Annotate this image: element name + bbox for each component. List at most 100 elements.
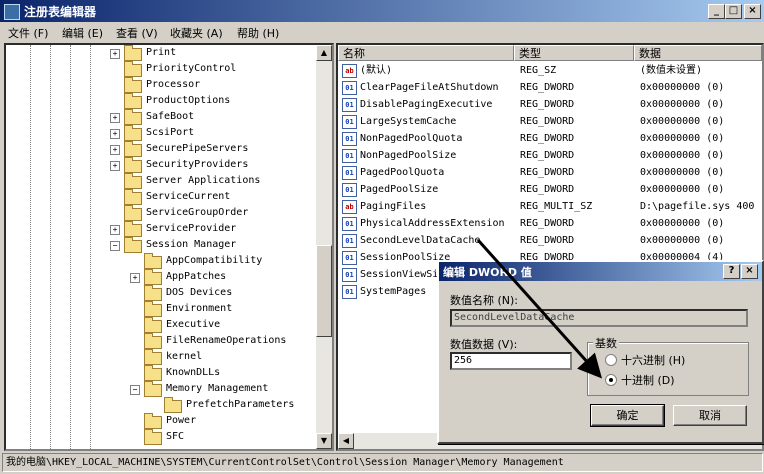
value-data-label: 数值数据 (V): [450,338,518,351]
expand-plus-icon[interactable]: + [110,129,120,139]
menu-edit[interactable]: 编辑 (E) [62,25,103,41]
column-header-type[interactable]: 类型 [514,45,634,61]
tree-item-label: Print [146,47,177,58]
decimal-radio[interactable] [605,374,617,386]
collapse-minus-icon[interactable]: − [130,385,140,395]
tree-item-label: Server Applications [146,175,261,186]
value-row[interactable]: ab PagingFiles REG_MULTI_SZ D:\pagefile.sys… [338,198,762,215]
menu-bar: 文件 (F) 编辑 (E) 查看 (V) 收藏夹 (A) 帮助 (H) [0,22,764,42]
value-type: REG_DWORD [520,133,575,144]
menu-view[interactable]: 查看 (V) [116,25,158,41]
dialog-help-button[interactable]: ? [723,264,740,279]
value-name-label: 数值名称 (N): [450,294,519,307]
status-path: 我的电脑\HKEY_LOCAL_MACHINE\SYSTEM\CurrentCo… [2,453,763,472]
value-type: REG_DWORD [520,235,575,246]
folder-icon [124,189,142,205]
maximize-button[interactable]: □ [725,4,742,19]
value-row[interactable]: 01 PagedPoolQuota REG_DWORD 0x00000000 (0) [338,164,762,181]
menu-help[interactable]: 帮助 (H) [237,25,279,41]
expand-plus-icon[interactable]: + [110,161,120,171]
string-value-icon: ab [342,200,357,214]
value-row[interactable]: 01 DisablePagingExecutive REG_DWORD 0x00000… [338,96,762,113]
tree-item-label: SafeBoot [146,111,195,122]
expand-plus-icon[interactable]: + [130,273,140,283]
cancel-button[interactable]: 取消 [673,405,747,426]
folder-icon [124,237,142,253]
value-name: PhysicalAddressExtension [360,218,505,229]
decimal-radio-label[interactable]: 十进制 (D) [621,372,675,388]
tree-item-label: kernel [166,351,203,362]
tree-vertical-scrollbar[interactable]: ▲ ▼ [316,45,332,449]
folder-icon [144,349,162,365]
folder-icon [124,205,142,221]
value-type: REG_DWORD [520,82,575,93]
expand-plus-icon[interactable]: + [110,49,120,59]
value-row[interactable]: 01 SecondLevelDataCache REG_DWORD 0x0000000… [338,232,762,249]
binary-value-icon: 01 [342,234,357,248]
value-row[interactable]: 01 PagedPoolSize REG_DWORD 0x00000000 (0) [338,181,762,198]
tree-item-label: ScsiPort [146,127,195,138]
value-name: DisablePagingExecutive [360,99,493,110]
dialog-title-bar: 编辑 DWORD 值 ? × [439,262,762,281]
dialog-title: 编辑 DWORD 值 [443,266,532,279]
value-type: REG_DWORD [520,99,575,110]
hex-radio[interactable] [605,354,617,366]
key-tree-pane[interactable]: + Print PriorityControl Processor ProductOpt… [4,43,334,451]
collapse-minus-icon[interactable]: − [110,241,120,251]
value-name: SystemPages [360,286,427,297]
hex-radio-label[interactable]: 十六进制 (H) [621,352,685,368]
expand-plus-icon[interactable]: + [110,113,120,123]
value-name: SessionViewSi [360,269,439,280]
folder-icon [124,221,142,237]
binary-value-icon: 01 [342,166,357,180]
menu-favorites[interactable]: 收藏夹 (A) [170,25,223,41]
value-row[interactable]: 01 NonPagedPoolQuota REG_DWORD 0x00000000 (… [338,130,762,147]
binary-value-icon: 01 [342,251,357,265]
tree-item-label: ServiceCurrent [146,191,231,202]
edit-dword-dialog: 编辑 DWORD 值 ? × 数值名称 (N): SecondLevelData… [437,260,764,444]
regedit-app-icon [4,4,20,20]
folder-icon [144,253,162,269]
value-row[interactable]: ab (默认) REG_SZ (数值未设置) [338,62,762,79]
value-type: REG_DWORD [520,150,575,161]
value-row[interactable]: 01 ClearPageFileAtShutdown REG_DWORD 0x0000… [338,79,762,96]
scroll-thumb[interactable] [316,245,332,337]
dialog-close-button[interactable]: × [741,264,758,279]
value-data: 0x00000000 (0) [640,167,725,178]
window-title: 注册表编辑器 [24,5,97,19]
binary-value-icon: 01 [342,81,357,95]
scroll-left-arrow-icon[interactable]: ◀ [338,433,354,449]
folder-icon [124,125,142,141]
minimize-button[interactable]: _ [708,4,725,19]
binary-value-icon: 01 [342,132,357,146]
folder-icon [164,397,182,413]
ok-button[interactable]: 确定 [590,404,665,427]
value-row[interactable]: 01 PhysicalAddressExtension REG_DWORD 0x000… [338,215,762,232]
value-data: 0x00000000 (0) [640,218,725,229]
value-name-field: SecondLevelDataCache [450,309,748,327]
folder-icon [124,77,142,93]
expand-plus-icon[interactable]: + [110,225,120,235]
menu-file[interactable]: 文件 (F) [8,25,48,41]
value-name: PagedPoolSize [360,184,439,195]
value-data: 0x00000000 (0) [640,116,725,127]
folder-icon [144,301,162,317]
scroll-up-arrow-icon[interactable]: ▲ [316,45,332,61]
tree-guide-line [50,45,51,449]
close-button[interactable]: × [744,4,761,19]
tree-item-label: AppCompatibility [166,255,263,266]
tree-item-label: KnownDLLs [166,367,221,378]
column-header-name[interactable]: 名称 [338,45,514,61]
folder-icon [124,173,142,189]
column-header-data[interactable]: 数据 [634,45,762,61]
value-row[interactable]: 01 NonPagedPoolSize REG_DWORD 0x00000000 (0… [338,147,762,164]
value-row[interactable]: 01 LargeSystemCache REG_DWORD 0x00000000 (0… [338,113,762,130]
value-data-input[interactable]: 256 [450,352,572,370]
tree-item-label: DOS Devices [166,287,233,298]
folder-icon [124,157,142,173]
value-name: PagingFiles [360,201,427,212]
value-name: SecondLevelDataCache [360,235,481,246]
expand-plus-icon[interactable]: + [110,145,120,155]
scroll-down-arrow-icon[interactable]: ▼ [316,433,332,449]
tree-item-label: AppPatches [166,271,227,282]
